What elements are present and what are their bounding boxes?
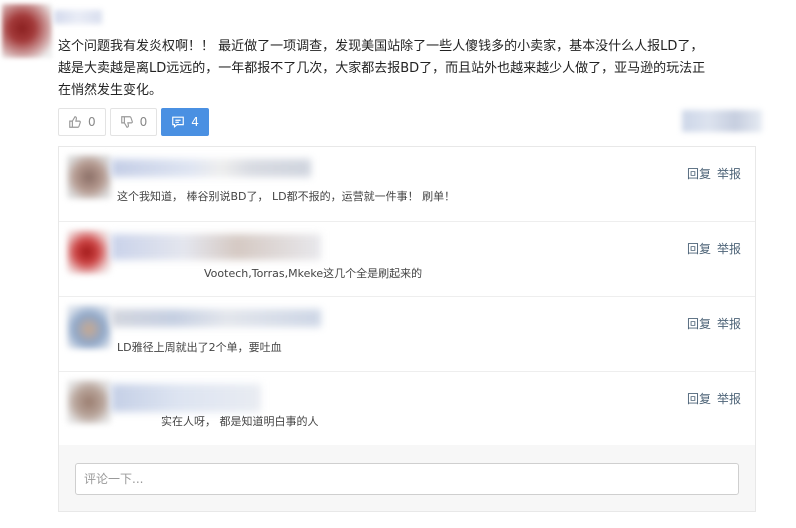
- commenter-name-blurred: [111, 159, 311, 177]
- downvote-count: 0: [139, 115, 148, 129]
- commenter-name-blurred: [111, 384, 261, 412]
- comment-input[interactable]: [75, 463, 739, 495]
- post-body: 这个问题我有发炎权啊！！ 最近做了一项调查，发现美国站除了一些人傻钱多的小卖家，…: [58, 36, 778, 102]
- comment-icon: [172, 116, 185, 129]
- commenter-avatar[interactable]: [67, 380, 111, 424]
- reply-link[interactable]: 回复: [687, 315, 711, 332]
- thumbs-up-icon: [69, 116, 81, 128]
- post-meta-blurred: [682, 110, 762, 132]
- comment-item: LD雅径上周就出了2个单，要吐血 回复 举报: [59, 297, 755, 372]
- comment-text: 这个我知道， 棒谷别说BD了， LD都不报的，运营就一件事！ 刷单！: [117, 190, 456, 203]
- vote-bar: 0 0 4: [58, 108, 209, 136]
- author-name-blurred: [54, 10, 102, 24]
- commenter-name-blurred: [111, 309, 321, 327]
- commenter-avatar[interactable]: [67, 155, 111, 199]
- comment-actions: 回复 举报: [687, 315, 741, 332]
- comment-text: LD雅径上周就出了2个单，要吐血: [117, 341, 282, 354]
- post-line: 这个问题我有发炎权啊！！ 最近做了一项调查，发现美国站除了一些人傻钱多的小卖家，…: [58, 39, 704, 54]
- reply-link[interactable]: 回复: [687, 165, 711, 182]
- comment-item: 这个我知道， 棒谷别说BD了， LD都不报的，运营就一件事！ 刷单！ 回复 举报: [59, 147, 755, 222]
- thumbs-down-icon: [120, 116, 133, 128]
- reply-link[interactable]: 回复: [687, 240, 711, 257]
- reply-link[interactable]: 回复: [687, 390, 711, 407]
- upvote-count: 0: [88, 115, 96, 129]
- upvote-button[interactable]: 0: [58, 108, 106, 136]
- comments-toggle-button[interactable]: 4: [161, 108, 209, 136]
- comment-text: 实在人呀， 都是知道明白事的人: [161, 415, 319, 428]
- report-link[interactable]: 举报: [717, 165, 741, 182]
- author-avatar[interactable]: [2, 4, 52, 58]
- comment-item: 实在人呀， 都是知道明白事的人 回复 举报: [59, 372, 755, 447]
- post-line: 越是大卖越是离LD远远的，一年都报不了几次，大家都去报BD了，而且站外也越来越少…: [58, 61, 706, 76]
- comment-actions: 回复 举报: [687, 165, 741, 182]
- commenter-avatar[interactable]: [67, 305, 111, 349]
- report-link[interactable]: 举报: [717, 315, 741, 332]
- report-link[interactable]: 举报: [717, 240, 741, 257]
- comment-actions: 回复 举报: [687, 390, 741, 407]
- comment-count: 4: [191, 115, 199, 129]
- commenter-avatar[interactable]: [67, 230, 111, 274]
- comment-input-area: [59, 445, 755, 511]
- comment-item: Vootech,Torras,Mkeke这几个全是刷起来的 回复 举报: [59, 222, 755, 297]
- report-link[interactable]: 举报: [717, 390, 741, 407]
- comments-panel: 这个我知道， 棒谷别说BD了， LD都不报的，运营就一件事！ 刷单！ 回复 举报…: [58, 146, 756, 512]
- post-line: 在悄然发生变化。: [58, 83, 163, 98]
- commenter-name-blurred: [111, 234, 321, 260]
- downvote-button[interactable]: 0: [109, 108, 158, 136]
- comment-actions: 回复 举报: [687, 240, 741, 257]
- comment-text: Vootech,Torras,Mkeke这几个全是刷起来的: [204, 267, 423, 280]
